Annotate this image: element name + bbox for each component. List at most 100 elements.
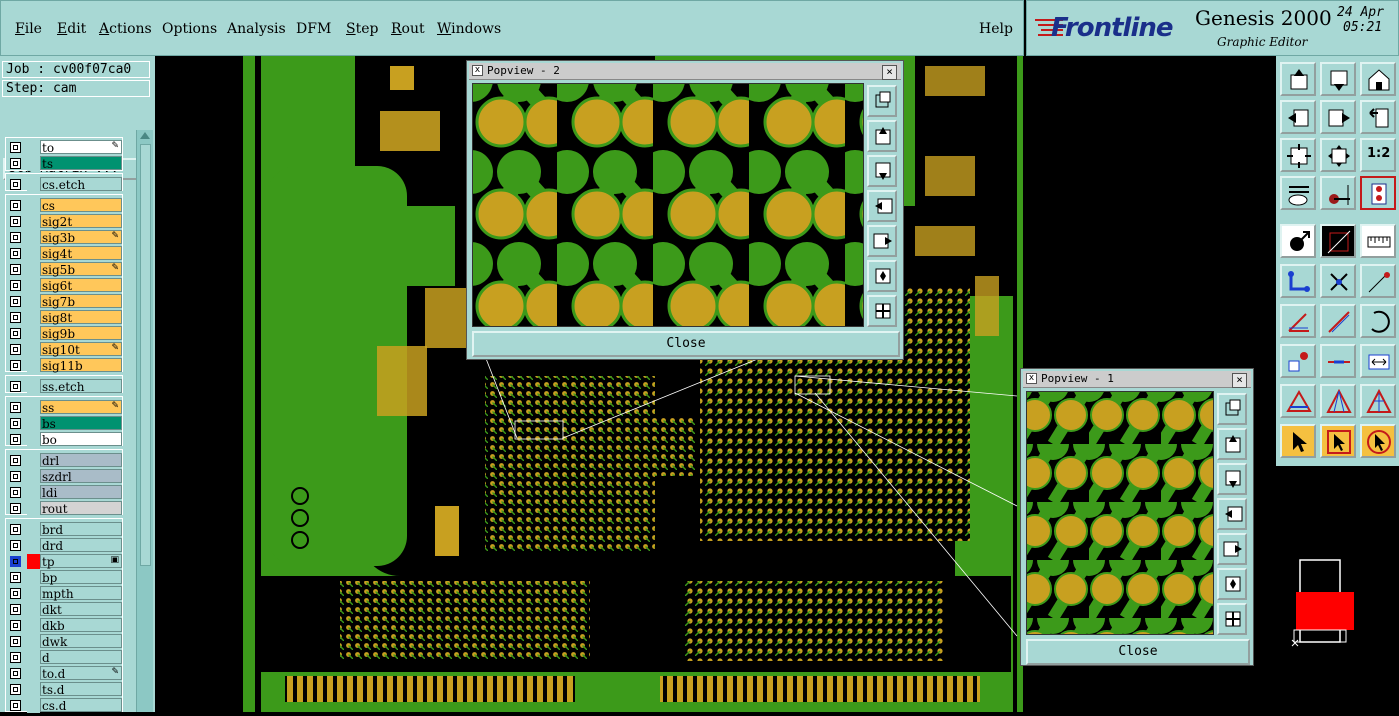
layer-color-swatch[interactable] bbox=[27, 198, 40, 213]
layer-row-szdrl[interactable]: szdrl bbox=[6, 469, 123, 484]
layer-visibility-checkbox[interactable] bbox=[10, 216, 21, 227]
home-icon[interactable] bbox=[1360, 62, 1396, 96]
pan-left-icon[interactable] bbox=[1280, 100, 1316, 134]
layer-color-swatch[interactable] bbox=[27, 342, 40, 357]
layer-row-drd[interactable]: drd bbox=[6, 538, 123, 553]
triangle-tool-icon[interactable] bbox=[1280, 384, 1316, 418]
layer-visibility-checkbox[interactable] bbox=[10, 179, 21, 190]
cross-snap-icon[interactable] bbox=[1320, 264, 1356, 298]
layer-color-swatch[interactable] bbox=[27, 310, 40, 325]
layer-color-swatch[interactable] bbox=[27, 469, 40, 484]
menu-edit[interactable]: Edit bbox=[57, 21, 86, 37]
layer-visibility-checkbox[interactable] bbox=[10, 588, 21, 599]
midpoint-icon[interactable] bbox=[1320, 344, 1356, 378]
layer-name[interactable]: ldi bbox=[40, 485, 122, 500]
layer-row-sig2t[interactable]: sig2t bbox=[6, 214, 123, 229]
layer-color-swatch[interactable] bbox=[27, 432, 40, 447]
layer-row-dwk[interactable]: dwk bbox=[6, 634, 123, 649]
layer-color-swatch[interactable] bbox=[27, 682, 40, 697]
layer-visibility-checkbox[interactable] bbox=[10, 636, 21, 647]
layer-name[interactable]: sig6t bbox=[40, 278, 122, 293]
menu-windows[interactable]: Windows bbox=[437, 21, 501, 37]
popview-zoom-in-button[interactable] bbox=[1217, 603, 1247, 635]
undo-view-icon[interactable] bbox=[1360, 100, 1396, 134]
layer-visibility-checkbox[interactable] bbox=[10, 572, 21, 583]
ruler-icon[interactable] bbox=[1360, 224, 1396, 258]
layer-name[interactable]: bo bbox=[40, 432, 122, 447]
layer-name[interactable]: dkb bbox=[40, 618, 122, 633]
board-overview-map[interactable] bbox=[1276, 466, 1399, 712]
layer-row-sig11b[interactable]: sig11b bbox=[6, 358, 123, 373]
popview-pan-down-button[interactable] bbox=[867, 155, 897, 187]
layer-name[interactable]: mpth bbox=[40, 586, 122, 601]
layer-name[interactable]: to.d bbox=[40, 666, 122, 681]
layer-visibility-checkbox[interactable] bbox=[10, 312, 21, 323]
pointer-frame-icon[interactable] bbox=[1320, 424, 1356, 458]
layer-name[interactable]: drl bbox=[40, 453, 122, 468]
layer-visibility-checkbox[interactable] bbox=[10, 652, 21, 663]
layer-visibility-checkbox[interactable] bbox=[10, 158, 21, 169]
layer-color-swatch[interactable] bbox=[27, 570, 40, 585]
layer-name[interactable]: sig2t bbox=[40, 214, 122, 229]
layer-color-swatch[interactable] bbox=[27, 586, 40, 601]
popview-2-close-button[interactable]: Close bbox=[472, 331, 900, 357]
layer-visibility-checkbox[interactable] bbox=[10, 328, 21, 339]
menu-analysis[interactable]: Analysis bbox=[227, 21, 286, 37]
layer-visibility-checkbox[interactable] bbox=[10, 503, 21, 514]
layer-visibility-checkbox[interactable] bbox=[10, 455, 21, 466]
layer-row-sig4t[interactable]: sig4t bbox=[6, 246, 123, 261]
layer-name[interactable]: sig5b bbox=[40, 262, 122, 277]
layer-color-swatch[interactable] bbox=[27, 485, 40, 500]
layer-row-sig7b[interactable]: sig7b bbox=[6, 294, 123, 309]
layer-row-ss-etch[interactable]: ss.etch bbox=[6, 379, 123, 394]
layer-color-swatch[interactable] bbox=[27, 538, 40, 553]
layer-name[interactable]: cs bbox=[40, 198, 122, 213]
layer-visibility-checkbox[interactable] bbox=[10, 200, 21, 211]
popview-pan-right-button[interactable] bbox=[867, 225, 897, 257]
layer-name[interactable]: ss bbox=[40, 400, 122, 415]
popview-fit-button[interactable] bbox=[867, 85, 897, 117]
layer-visibility-checkbox[interactable] bbox=[10, 296, 21, 307]
layer-color-swatch[interactable] bbox=[27, 379, 40, 394]
layer-row-drl[interactable]: drl bbox=[6, 453, 123, 468]
layer-visibility-checkbox[interactable] bbox=[10, 604, 21, 615]
feature-select-icon[interactable] bbox=[1280, 224, 1316, 258]
layer-visibility-checkbox[interactable] bbox=[10, 487, 21, 498]
scroll-thumb[interactable] bbox=[140, 144, 151, 566]
pan-right-icon[interactable] bbox=[1320, 100, 1356, 134]
layer-name[interactable]: bp bbox=[40, 570, 122, 585]
layer-row-cs[interactable]: cs bbox=[6, 198, 123, 213]
menu-file[interactable]: File bbox=[15, 21, 42, 37]
layer-visibility-checkbox[interactable] bbox=[10, 360, 21, 371]
layer-color-swatch[interactable] bbox=[27, 666, 40, 681]
layer-name[interactable]: rout bbox=[40, 501, 122, 516]
layer-name[interactable]: sig7b bbox=[40, 294, 122, 309]
layer-row-dkb[interactable]: dkb bbox=[6, 618, 123, 633]
zoom-ratio-button[interactable]: 1:2 bbox=[1360, 138, 1396, 172]
arc-tool-icon[interactable] bbox=[1360, 304, 1396, 338]
layer-name[interactable]: sig3b bbox=[40, 230, 122, 245]
distance-icon[interactable] bbox=[1360, 344, 1396, 378]
layer-name[interactable]: sig10t bbox=[40, 342, 122, 357]
window-menu-icon[interactable]: x bbox=[1026, 373, 1037, 384]
layer-color-swatch[interactable] bbox=[27, 416, 40, 431]
zoom-center-icon[interactable] bbox=[1320, 138, 1356, 172]
layer-name[interactable]: dkt bbox=[40, 602, 122, 617]
menu-dfm[interactable]: DFM bbox=[296, 21, 331, 37]
layer-visibility-checkbox[interactable] bbox=[10, 556, 21, 567]
layer-visibility-checkbox[interactable] bbox=[10, 524, 21, 535]
angle-tool-icon[interactable] bbox=[1280, 304, 1316, 338]
layer-row-bp[interactable]: bp bbox=[6, 570, 123, 585]
window-select-icon[interactable] bbox=[1320, 224, 1356, 258]
layer-color-swatch[interactable] bbox=[27, 140, 40, 155]
popview-zoom-out-button[interactable] bbox=[1217, 568, 1247, 600]
menu-step[interactable]: Step bbox=[346, 21, 378, 37]
layer-row-rout[interactable]: rout bbox=[6, 501, 123, 516]
layer-display-icon[interactable] bbox=[1360, 176, 1396, 210]
layer-row-mpth[interactable]: mpth bbox=[6, 586, 123, 601]
overview-panel[interactable] bbox=[1276, 466, 1399, 712]
layer-name[interactable]: brd bbox=[40, 522, 122, 537]
layer-row-ldi[interactable]: ldi bbox=[6, 485, 123, 500]
layer-color-swatch[interactable] bbox=[27, 177, 40, 192]
layer-color-swatch[interactable] bbox=[27, 634, 40, 649]
